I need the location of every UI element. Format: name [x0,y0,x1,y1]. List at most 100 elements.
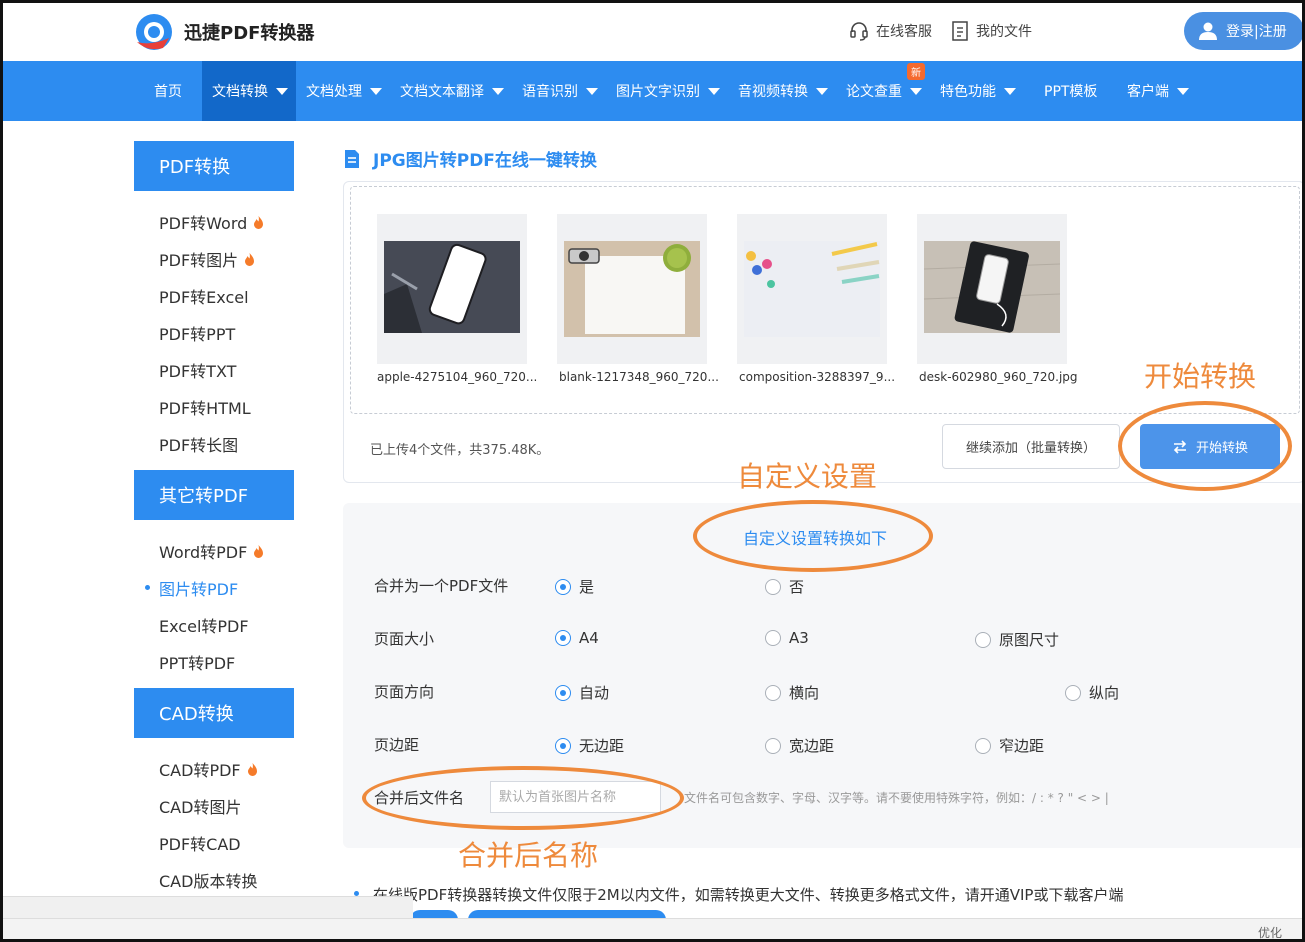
nav-speech[interactable]: 语音识别 [522,61,598,121]
radio-option[interactable]: 否 [765,576,804,597]
nav-speech-label: 语音识别 [522,84,578,100]
chevron-down-icon [1177,87,1189,95]
active-indicator [145,585,150,590]
radio-option-label: A3 [789,629,809,647]
radio-option-label: 窄边距 [999,737,1045,755]
radio-circle-icon [765,684,781,701]
nav-ocr[interactable]: 图片文字识别 [616,61,720,121]
filename-label: 合并后文件名 [374,789,465,807]
sidebar-item[interactable]: PDF转PPT [159,321,235,345]
sidebar-item[interactable]: Excel转PDF [159,613,249,637]
sidebar-item[interactable]: CAD转PDF [159,757,258,781]
radio-option[interactable]: 横向 [765,682,819,703]
sidebar-item-label: Word转PDF [159,543,248,562]
sidebar-item[interactable]: Word转PDF [159,539,264,563]
my-files-link[interactable]: 我的文件 [950,20,1032,42]
brand-name[interactable]: 迅捷PDF转换器 [184,19,314,45]
sidebar-item[interactable]: PDF转CAD [159,831,241,855]
fire-icon [247,762,257,776]
file-thumbnail-desk[interactable] [917,214,1067,364]
pencils-photo-image [744,241,880,337]
radio-option-label: 纵向 [1089,684,1120,702]
file-name-2: blank-1217348_960_720... [559,370,719,384]
chevron-down-icon [586,87,598,95]
radio-option-label: 横向 [789,684,820,702]
file-thumbnail-apple[interactable] [377,214,527,364]
radio-option-label: A4 [579,629,599,647]
chevron-down-icon [1004,87,1016,95]
sidebar-item-label: PDF转长图 [159,436,239,455]
radio-option[interactable]: 纵向 [1065,682,1119,703]
sidebar-item[interactable]: PDF转HTML [159,395,251,419]
chevron-down-icon [276,87,288,95]
sidebar-item-label: PDF转Excel [159,288,249,307]
radio-option[interactable]: A4 [555,629,599,647]
login-register-label: 登录|注册 [1226,24,1287,40]
nav-doc-process[interactable]: 文档处理 [306,61,382,121]
brand-logo-icon[interactable] [133,12,175,52]
radio-option[interactable]: 无边距 [555,735,624,756]
radio-option[interactable]: 自动 [555,682,609,703]
radio-circle-icon [765,630,781,646]
radio-option-label: 无边距 [579,737,625,755]
top-header: 迅捷PDF转换器 在线客服 我的文件 登录|注册 [0,0,1305,61]
headset-icon [850,22,868,41]
setting-label: 页面大小 [374,630,435,648]
radio-option[interactable]: 原图尺寸 [975,629,1059,650]
file-thumbnail-blank[interactable] [557,214,707,364]
radio-option[interactable]: A3 [765,629,809,647]
radio-option[interactable]: 宽边距 [765,735,834,756]
nav-av-convert[interactable]: 音视频转换 [738,61,828,121]
fire-icon [245,252,255,266]
status-strip [0,918,1305,942]
file-thumbnail-composition[interactable] [737,214,887,364]
nav-ppt-template-label: PPT模板 [1044,84,1098,100]
main-nav: 首页 文档转换 文档处理 文档文本翻译 语音识别 图片文字识别 音视频转换 论文… [0,61,1305,121]
add-more-button[interactable]: 继续添加（批量转换） [942,424,1120,469]
login-register-button[interactable]: 登录|注册 [1184,12,1304,50]
nav-translate[interactable]: 文档文本翻译 [400,61,504,121]
nav-features[interactable]: 特色功能 [940,61,1016,121]
fire-icon [254,544,264,558]
sidebar-item[interactable]: CAD版本转换 [159,868,257,892]
nav-doc-convert[interactable]: 文档转换 [202,61,296,121]
nav-home[interactable]: 首页 [154,61,182,121]
sidebar-group-title: CAD转换 [134,688,294,738]
sidebar-item[interactable]: PDF转TXT [159,358,236,382]
sidebar-item[interactable]: PDF转Word [159,210,264,234]
nav-plagiarism-label: 论文查重 [846,84,902,100]
nav-ocr-label: 图片文字识别 [616,84,700,100]
sidebar-item[interactable]: PDF转Excel [159,284,249,308]
nav-client[interactable]: 客户端 [1127,61,1189,121]
sidebar-item-label: PDF转TXT [159,362,237,381]
sidebar-item[interactable]: PDF转图片 [159,247,255,271]
sidebar-group-title: PDF转换 [134,141,294,191]
file-name-4: desk-602980_960_720.jpg [919,370,1078,384]
sidebar-item[interactable]: 图片转PDF [159,576,238,600]
setting-label: 合并为一个PDF文件 [374,577,509,595]
sidebar-item[interactable]: PPT转PDF [159,650,235,674]
filename-input[interactable] [490,781,661,813]
radio-option[interactable]: 窄边距 [975,735,1044,756]
nav-features-label: 特色功能 [940,84,996,100]
radio-circle-icon [765,578,781,595]
sidebar-item-label: CAD转PDF [159,761,241,780]
sidebar-item[interactable]: CAD转图片 [159,794,241,818]
swap-icon [1173,439,1187,454]
radio-option-label: 是 [579,578,595,596]
sidebar-item[interactable]: PDF转长图 [159,432,238,456]
horizontal-scrollbar[interactable] [3,896,413,918]
sidebar-item-label: Excel转PDF [159,617,249,636]
chevron-down-icon [708,87,720,95]
sidebar-item-label: PDF转CAD [159,835,241,854]
radio-circle-icon [975,631,991,648]
online-service-link[interactable]: 在线客服 [848,20,932,42]
start-convert-button[interactable]: 开始转换 [1140,424,1280,469]
chevron-down-icon [910,87,922,95]
nav-ppt-template[interactable]: PPT模板 [1044,61,1097,121]
settings-title: 自定义设置转换如下 [743,529,888,548]
radio-option[interactable]: 是 [555,576,594,597]
chevron-down-icon [492,87,504,95]
radio-option-label: 原图尺寸 [999,631,1060,649]
sidebar-group-title: 其它转PDF [134,470,294,520]
